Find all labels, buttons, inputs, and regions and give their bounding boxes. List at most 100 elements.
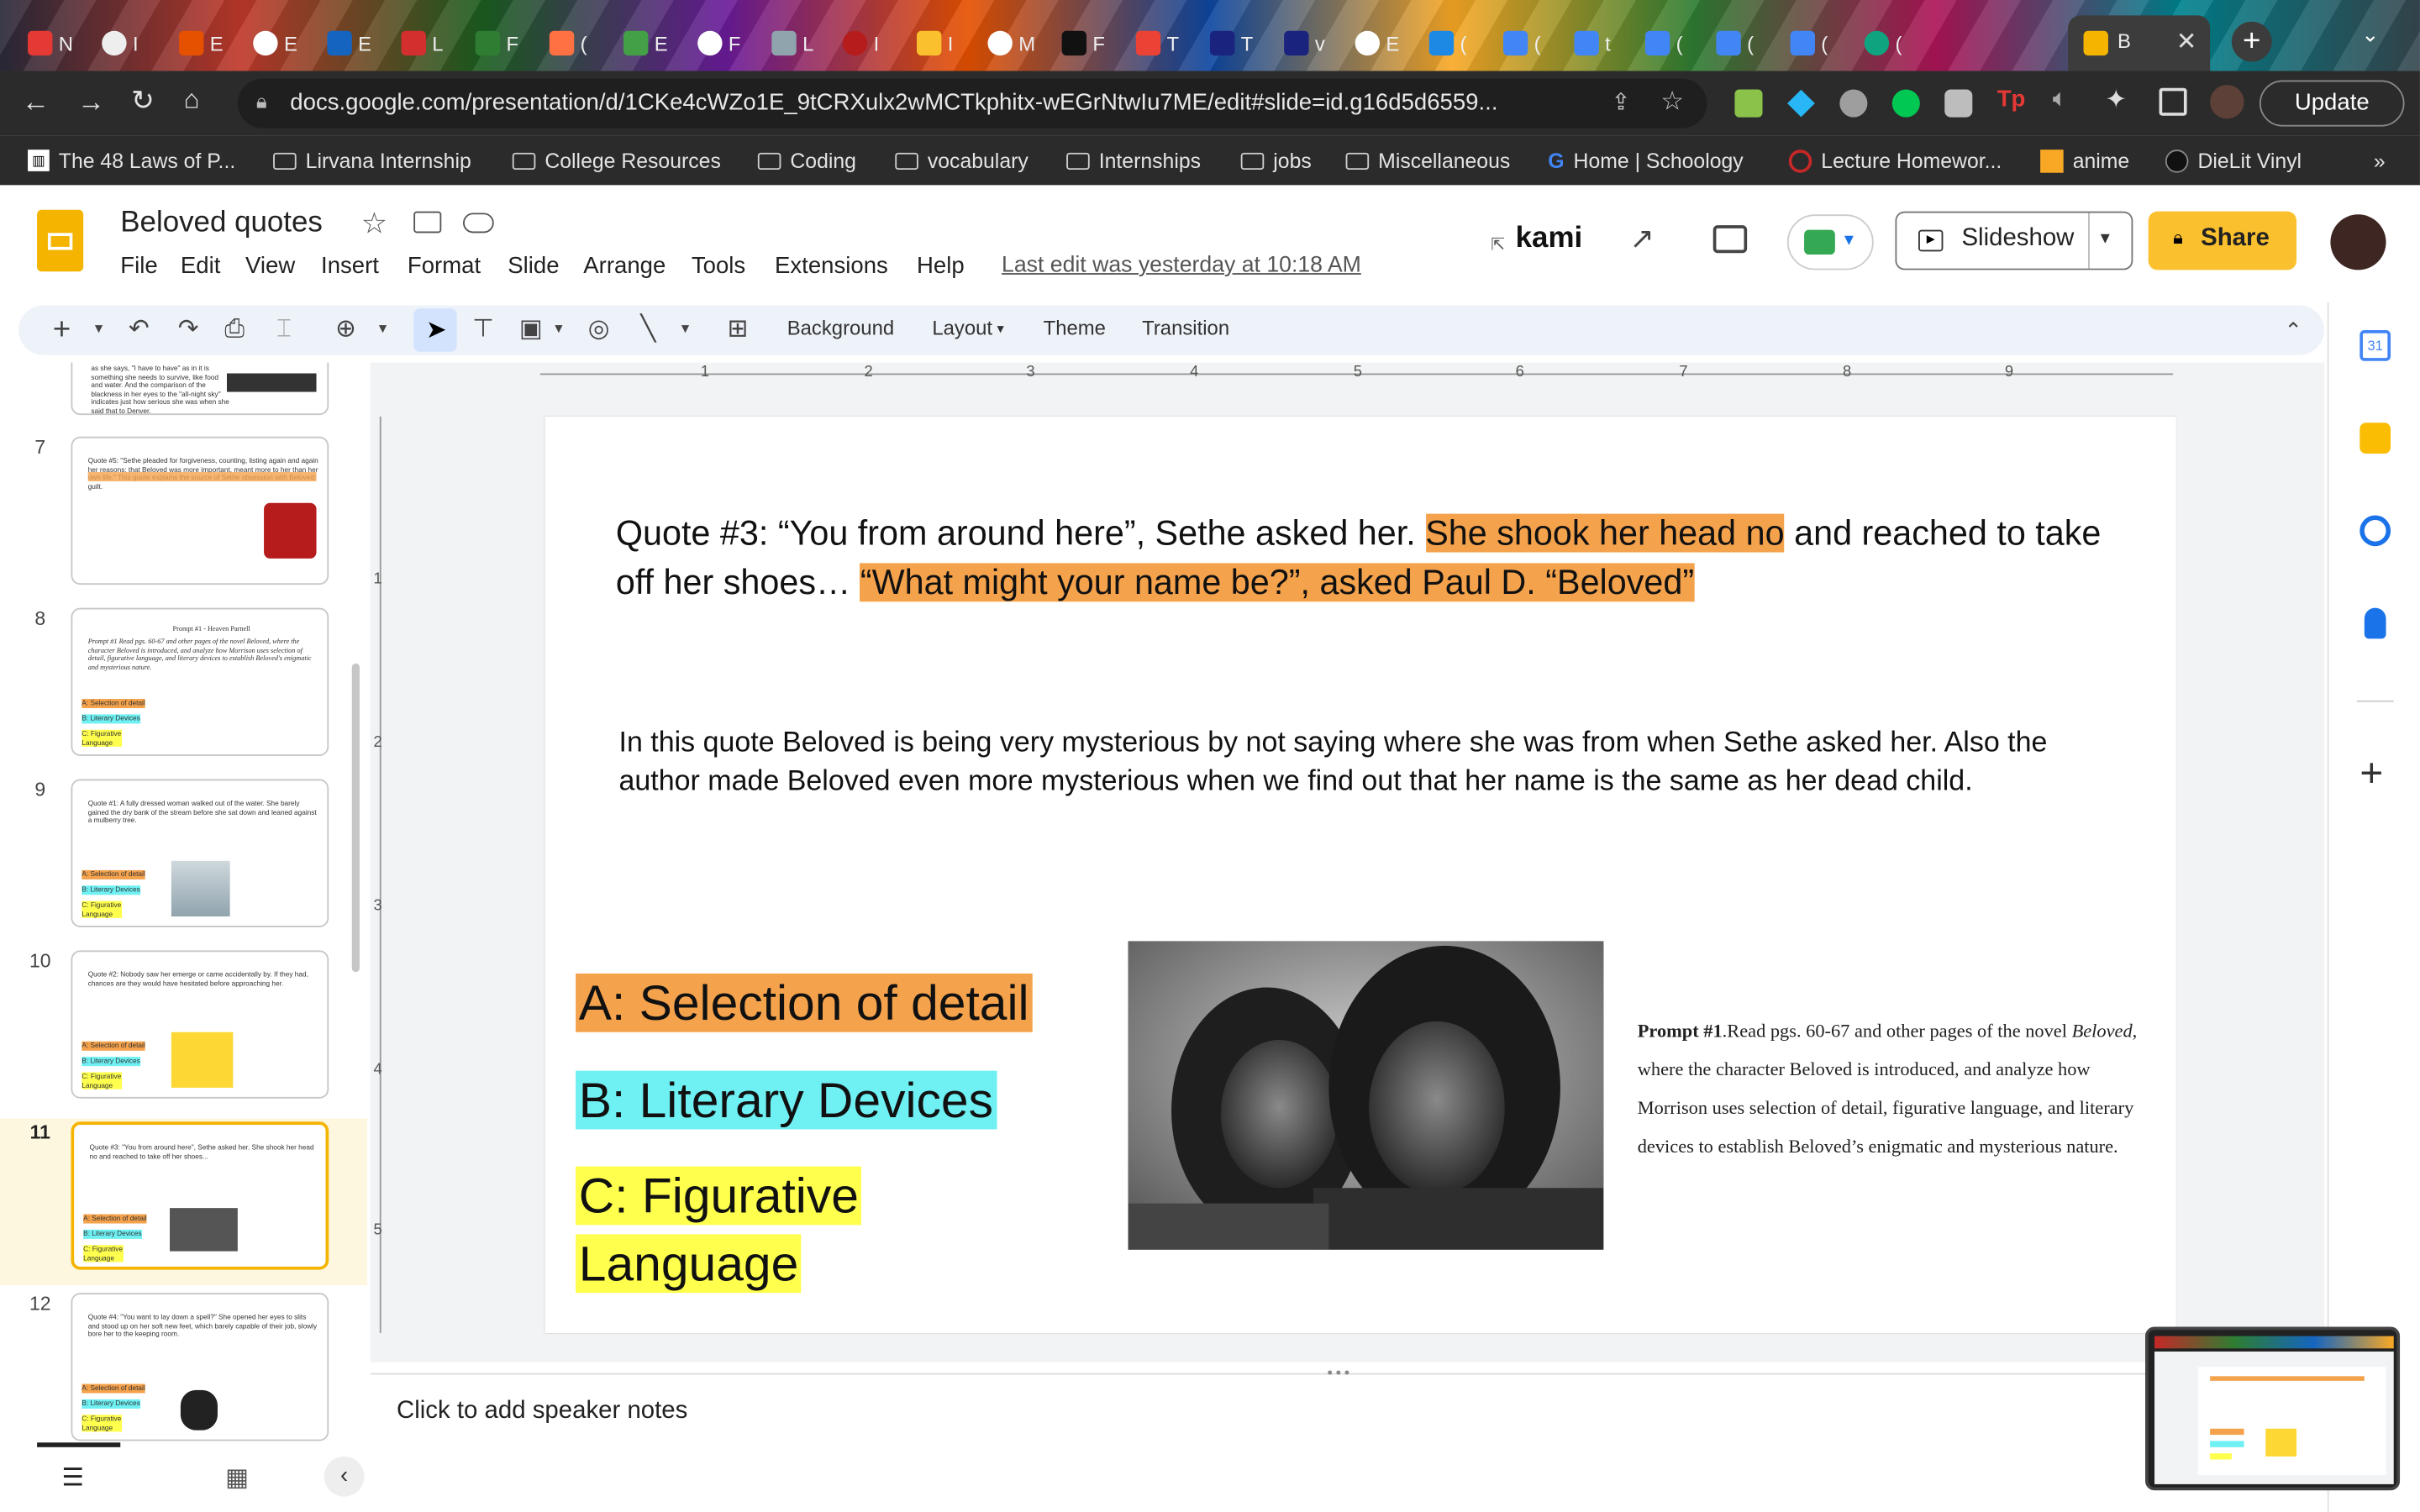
browser-tab[interactable]: ( <box>549 24 587 61</box>
browser-tab[interactable]: F <box>697 24 741 61</box>
browser-tab[interactable]: E <box>327 24 371 61</box>
resize-handle[interactable]: ••• <box>1328 1365 1353 1382</box>
contacts-icon[interactable] <box>2364 607 2386 639</box>
filmstrip-view-icon[interactable]: ☰ <box>61 1462 83 1494</box>
slide-thumbnail-6[interactable]: as she says, "I have to have" as in it i… <box>71 362 329 416</box>
slideshow-options-icon[interactable]: ▾ <box>2101 227 2110 249</box>
menu-edit[interactable]: Edit <box>181 253 220 279</box>
redo-icon[interactable]: ↷ <box>173 315 204 346</box>
extension-icon[interactable] <box>1944 89 1973 118</box>
browser-tab[interactable]: F <box>1061 24 1105 61</box>
browser-tab[interactable]: T <box>1209 24 1253 61</box>
bookmark-item[interactable]: Miscellaneous <box>1345 145 1510 176</box>
chevron-down-icon[interactable]: ▾ <box>367 315 398 346</box>
browser-tab[interactable]: N <box>28 24 73 61</box>
print-icon[interactable]: ⎙ <box>219 315 250 346</box>
document-title[interactable]: Beloved quotes <box>120 207 323 240</box>
bookmark-item[interactable]: DieLit Vinyl <box>2165 145 2302 176</box>
browser-tab[interactable]: ( <box>1428 24 1466 61</box>
screen-preview-thumbnail[interactable] <box>2145 1326 2401 1491</box>
label-figurative-line2[interactable]: Language <box>576 1234 802 1294</box>
last-edit-link[interactable]: Last edit was yesterday at 10:18 AM <box>1002 253 1361 277</box>
bookmark-item[interactable]: Internships <box>1066 145 1201 176</box>
slide-thumbnail-11[interactable]: Quote #3: "You from around here", Sethe … <box>71 1121 329 1270</box>
speaker-notes-placeholder[interactable]: Click to add speaker notes <box>397 1398 687 1425</box>
slide-thumbnail-8[interactable]: Prompt #1 - Heaven Parnell Prompt #1 Rea… <box>71 607 329 756</box>
add-comment-icon[interactable]: ⊞ <box>723 315 754 346</box>
undo-icon[interactable]: ↶ <box>124 315 155 346</box>
address-bar[interactable]: 🔒︎ docs.google.com/presentation/d/1CKe4c… <box>237 78 1707 129</box>
browser-tab[interactable]: F <box>475 24 518 61</box>
kami-button[interactable]: kami <box>1516 222 1583 255</box>
browser-tab[interactable]: v <box>1284 24 1325 61</box>
extension-icon[interactable] <box>1839 89 1868 118</box>
bookmark-item[interactable]: ▥ The 48 Laws of P... <box>28 145 235 176</box>
bookmark-item[interactable]: College Resources <box>512 145 721 176</box>
new-slide-icon[interactable]: + <box>46 315 77 346</box>
browser-tab[interactable]: T <box>1135 24 1179 61</box>
line-icon[interactable]: ╲ <box>633 315 664 346</box>
browser-tab[interactable]: ( <box>1502 24 1541 61</box>
extensions-puzzle-icon[interactable]: ✦ <box>2105 85 2127 116</box>
bookmark-item[interactable]: Lirvana Internship <box>273 145 471 176</box>
keep-icon[interactable] <box>2360 423 2391 454</box>
bookmark-item[interactable]: Coding <box>757 145 856 176</box>
share-page-icon[interactable]: ⇪ <box>1612 88 1631 116</box>
menu-tools[interactable]: Tools <box>692 253 745 279</box>
account-avatar[interactable] <box>2330 214 2386 270</box>
browser-tab[interactable]: I <box>916 24 953 61</box>
get-addons-icon[interactable]: + <box>2360 750 2383 798</box>
slide-thumbnail-10[interactable]: Quote #2: Nobody saw her emerge or came … <box>71 950 329 1099</box>
bookmark-item[interactable]: vocabulary <box>895 145 1028 176</box>
theme-button[interactable]: Theme <box>1044 317 1106 340</box>
cloud-status-icon[interactable] <box>463 213 494 234</box>
forward-icon[interactable]: → <box>77 87 105 119</box>
share-button[interactable]: 🔒︎ Share <box>2148 211 2297 270</box>
browser-tab[interactable]: E <box>1355 24 1399 61</box>
home-icon[interactable]: ⌂ <box>184 85 200 116</box>
browser-tab[interactable]: t <box>1574 24 1611 61</box>
chevron-down-icon[interactable]: ▾ <box>83 315 114 346</box>
meet-button[interactable]: ▾ <box>1786 214 1874 270</box>
calendar-icon[interactable]: 31 <box>2360 330 2391 361</box>
slide-canvas[interactable]: Quote #3: “You from around here”, Sethe … <box>544 416 2176 1333</box>
chevron-down-icon[interactable]: ▾ <box>544 315 575 346</box>
browser-tab[interactable]: ( <box>1644 24 1683 61</box>
browser-tab[interactable]: L <box>401 24 444 61</box>
more-bookmarks-icon[interactable]: » <box>2374 145 2386 176</box>
menu-extensions[interactable]: Extensions <box>775 253 888 279</box>
reload-icon[interactable]: ↻ <box>131 85 155 118</box>
zoom-icon[interactable]: ⊕ <box>330 315 361 346</box>
browser-tab[interactable]: I <box>102 24 139 61</box>
mute-icon[interactable]: 🔈︎ <box>2053 87 2068 114</box>
select-tool-icon[interactable]: ➤ <box>413 308 457 352</box>
browser-tab[interactable]: M <box>987 24 1035 61</box>
label-literary-devices[interactable]: B: Literary Devices <box>576 1070 997 1130</box>
slide-thumbnail-7[interactable]: Quote #5: "Sethe pleaded for forgiveness… <box>71 436 329 585</box>
menu-format[interactable]: Format <box>408 253 481 279</box>
bookmark-item[interactable]: Lecture Homewor... <box>1788 145 2002 176</box>
filmstrip-scrollbar[interactable] <box>351 663 360 973</box>
slide-thumbnail-12[interactable]: Quote #4: "You want to lay down a spell?… <box>71 1293 329 1441</box>
slide-thumbnail-9[interactable]: Quote #1: A fully dressed woman walked o… <box>71 779 329 927</box>
browser-tab[interactable]: E <box>253 24 297 61</box>
menu-slide[interactable]: Slide <box>508 253 559 279</box>
menu-file[interactable]: File <box>120 253 157 279</box>
browser-tab[interactable]: E <box>179 24 224 61</box>
back-icon[interactable]: ← <box>22 87 50 119</box>
bookmark-item[interactable]: G Home | Schoology <box>1548 145 1744 176</box>
browser-tab[interactable]: E <box>623 24 668 61</box>
activity-trend-icon[interactable]: ↗ <box>1630 222 1655 257</box>
update-button[interactable]: Update <box>2259 80 2405 127</box>
profile-avatar[interactable] <box>2210 85 2244 119</box>
speaker-notes-panel[interactable]: ••• Click to add speaker notes <box>370 1365 2328 1512</box>
background-button[interactable]: Background <box>787 317 894 340</box>
movie-still-image[interactable] <box>1128 941 1604 1250</box>
new-tab-icon[interactable]: + <box>2231 21 2272 62</box>
tab-search-icon[interactable]: ⌄ <box>2361 22 2380 48</box>
close-tab-icon[interactable]: ✕ <box>2176 26 2197 57</box>
menu-insert[interactable]: Insert <box>321 253 379 279</box>
active-tab[interactable]: B ✕ <box>2068 15 2211 71</box>
chevron-down-icon[interactable]: ▾ <box>670 315 701 346</box>
extension-icon[interactable] <box>1891 89 1920 118</box>
